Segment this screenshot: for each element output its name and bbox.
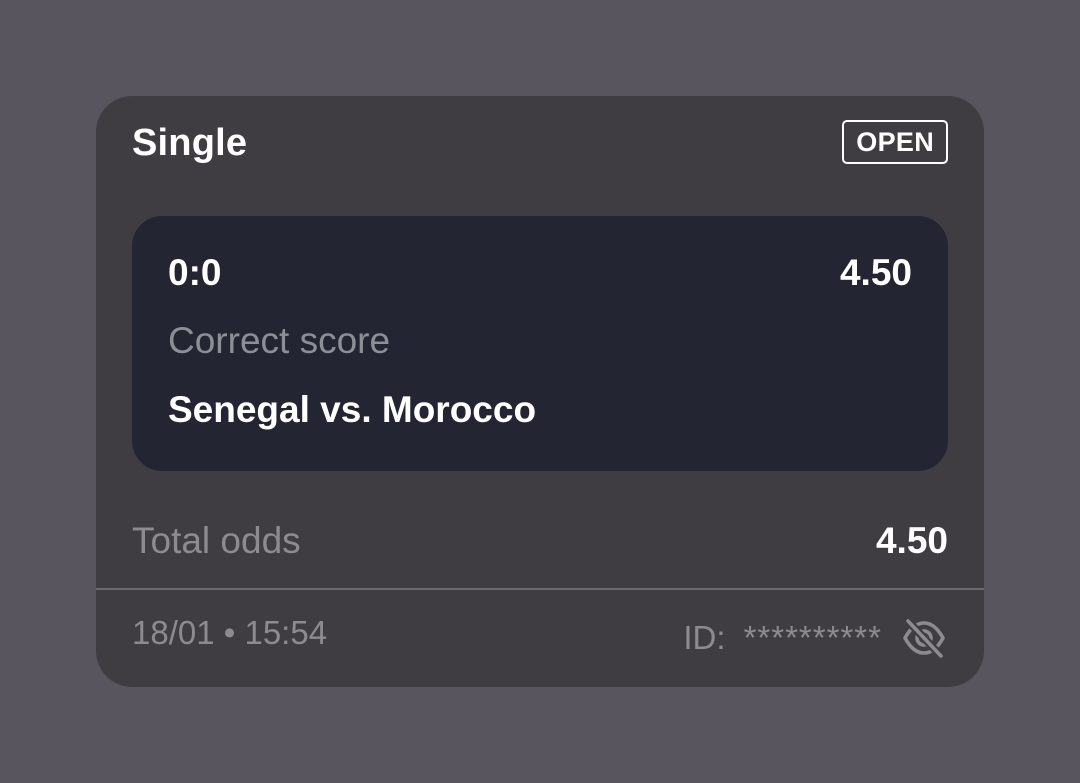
divider [96, 588, 984, 590]
eye-off-icon[interactable] [900, 616, 948, 660]
bet-id-row: ID: ********** [683, 616, 948, 660]
selection-market: Correct score [168, 320, 391, 361]
bet-id-value: ********** [743, 619, 882, 656]
total-odds-label: Total odds [132, 520, 301, 561]
status-badge: OPEN [842, 120, 948, 164]
bet-id-label: ID: [683, 619, 726, 656]
bet-card: Single OPEN 0:0 4.50 Correct score Seneg… [96, 96, 984, 687]
selection-event: Senegal vs. Morocco [168, 389, 537, 430]
selection-panel[interactable]: 0:0 4.50 Correct score Senegal vs. Moroc… [132, 216, 948, 471]
selection-score: 0:0 [168, 252, 222, 293]
bet-timestamp: 18/01 • 15:54 [132, 614, 328, 651]
selection-odds: 4.50 [839, 252, 912, 293]
total-odds-value: 4.50 [875, 520, 948, 561]
bet-type-title: Single [132, 122, 248, 164]
bet-card-header: Single OPEN [132, 118, 948, 170]
